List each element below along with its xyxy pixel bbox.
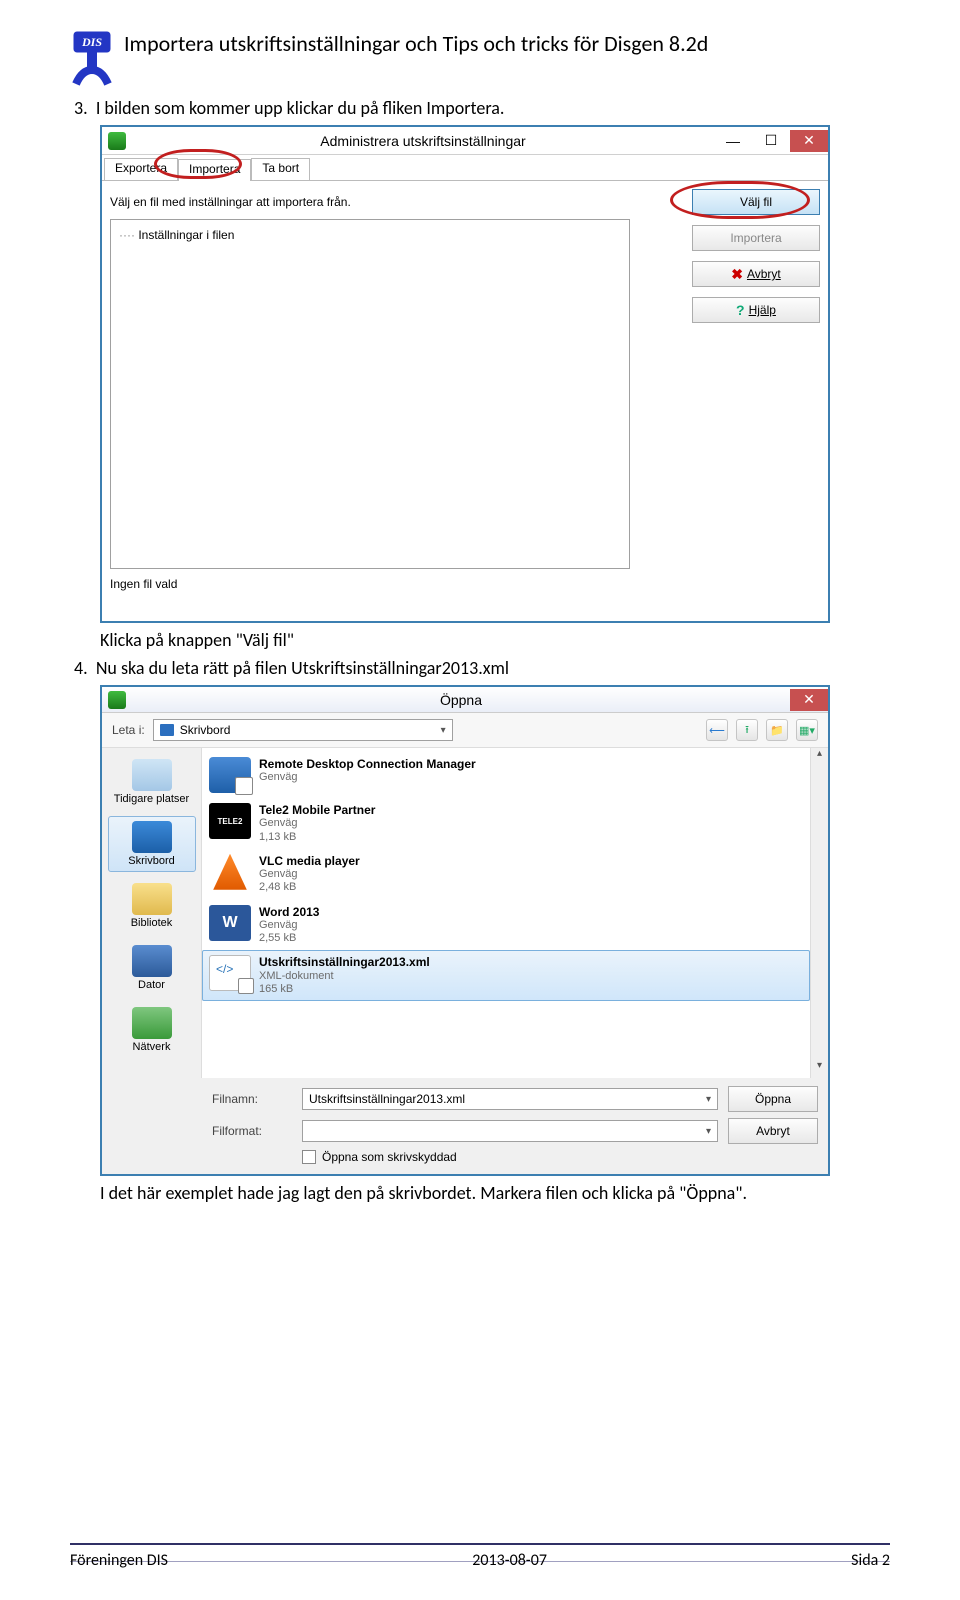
file-row[interactable]: TELE2 Tele2 Mobile PartnerGenväg1,13 kB [202,798,810,849]
scroll-down-icon[interactable]: ▾ [811,1060,828,1078]
word-icon: W [209,905,251,941]
scrollbar[interactable]: ▴ ▾ [810,748,828,1078]
import-button[interactable]: Importera [692,225,820,251]
back-button[interactable]: ⟵ [706,719,728,741]
lookin-toolbar: Leta i: Skrivbord ▾ ⟵ ⭱ 📁 ▦▾ [102,713,828,748]
settings-tree[interactable]: Inställningar i filen [110,219,630,569]
xml-icon [209,955,251,991]
dialog-bottom: Filnamn: Utskriftsinställningar2013.xml▾… [102,1078,828,1174]
dialog-title: Öppna [132,692,790,708]
filetype-combo[interactable]: ▾ [302,1120,718,1142]
admin-window: Administrera utskriftsinställningar — ☐ … [100,125,830,623]
footer-right: Sida 2 [851,1551,890,1570]
place-recent[interactable]: Tidigare platser [108,754,196,810]
close-button[interactable]: ✕ [790,689,828,711]
filename-combo[interactable]: Utskriftsinställningar2013.xml▾ [302,1088,718,1110]
open-button[interactable]: Öppna [728,1086,818,1112]
place-computer[interactable]: Dator [108,940,196,996]
up-button[interactable]: ⭱ [736,719,758,741]
place-library[interactable]: Bibliotek [108,878,196,934]
titlebar[interactable]: Öppna ✕ [102,687,828,713]
network-icon [132,1007,172,1039]
close-button[interactable]: ✕ [790,130,828,152]
file-row[interactable]: Remote Desktop Connection ManagerGenväg [202,752,810,798]
step4: 4. Nu ska du leta rätt på filen Utskrift… [70,657,890,679]
tab-import[interactable]: Importera [178,159,251,181]
computer-icon [132,945,172,977]
library-icon [132,883,172,915]
svg-text:DIS: DIS [81,35,102,49]
window-title: Administrera utskriftsinställningar [132,133,714,149]
recent-icon [132,759,172,791]
app-icon [108,691,126,709]
titlebar[interactable]: Administrera utskriftsinställningar — ☐ … [102,127,828,155]
dis-logo: DIS [70,30,114,91]
help-button[interactable]: ?Hjälp [692,297,820,323]
chevron-down-icon: ▾ [706,1094,711,1105]
doc-header: DIS Importera utskriftsinställningar och… [70,30,890,91]
cancel-button[interactable]: Avbryt [728,1118,818,1144]
place-network[interactable]: Nätverk [108,1002,196,1058]
app-icon [108,132,126,150]
desktop-icon [160,724,174,736]
tab-delete[interactable]: Ta bort [251,158,310,180]
file-row-selected[interactable]: Utskriftsinställningar2013.xmlXML-dokume… [202,950,810,1001]
lookin-combo[interactable]: Skrivbord ▾ [153,719,453,741]
open-dialog: Öppna ✕ Leta i: Skrivbord ▾ ⟵ ⭱ 📁 ▦▾ Tid… [100,685,830,1176]
import-instruction: Välj en fil med inställningar att import… [110,195,680,209]
footer-center: 2013-08-07 [472,1551,547,1570]
desktop-icon [132,821,172,853]
vlc-icon [209,854,251,890]
x-icon: ✖ [731,266,743,283]
rdc-icon [209,757,251,793]
filename-label: Filnamn: [212,1092,292,1106]
question-icon: ? [736,302,745,318]
place-desktop[interactable]: Skrivbord [108,816,196,872]
page-footer: Föreningen DIS 2013-08-07 Sida 2 [70,1543,890,1570]
chevron-down-icon: ▾ [706,1126,711,1137]
readonly-label: Öppna som skrivskyddad [322,1150,457,1164]
step4b: I det här exemplet hade jag lagt den på … [70,1182,890,1204]
tab-export[interactable]: Exportera [104,158,178,180]
file-row[interactable]: VLC media playerGenväg2,48 kB [202,849,810,900]
tab-row: Exportera Importera Ta bort [102,155,828,181]
step3: 3. I bilden som kommer upp klickar du på… [70,97,890,119]
file-row[interactable]: W Word 2013Genväg2,55 kB [202,900,810,951]
filetype-label: Filformat: [212,1124,292,1138]
doc-title: Importera utskriftsinställningar och Tip… [124,30,708,57]
no-file-label: Ingen fil vald [110,577,680,591]
lookin-label: Leta i: [112,723,145,737]
viewmenu-button[interactable]: ▦▾ [796,719,818,741]
places-bar: Tidigare platser Skrivbord Bibliotek Dat… [102,748,202,1078]
tele2-icon: TELE2 [209,803,251,839]
choose-file-button[interactable]: Välj fil [692,189,820,215]
readonly-row[interactable]: Öppna som skrivskyddad [302,1150,718,1164]
cancel-button[interactable]: ✖Avbryt [692,261,820,287]
tree-item[interactable]: Inställningar i filen [119,228,234,242]
footer-left: Föreningen DIS [70,1551,168,1570]
minimize-button[interactable]: — [714,130,752,152]
scroll-up-icon[interactable]: ▴ [811,748,828,766]
newfolder-button[interactable]: 📁 [766,719,788,741]
readonly-checkbox[interactable] [302,1150,316,1164]
maximize-button[interactable]: ☐ [752,130,790,152]
step3b: Klicka på knappen "Välj fil" [70,629,890,651]
chevron-down-icon: ▾ [441,725,446,736]
file-list[interactable]: Remote Desktop Connection ManagerGenväg … [202,748,810,1078]
